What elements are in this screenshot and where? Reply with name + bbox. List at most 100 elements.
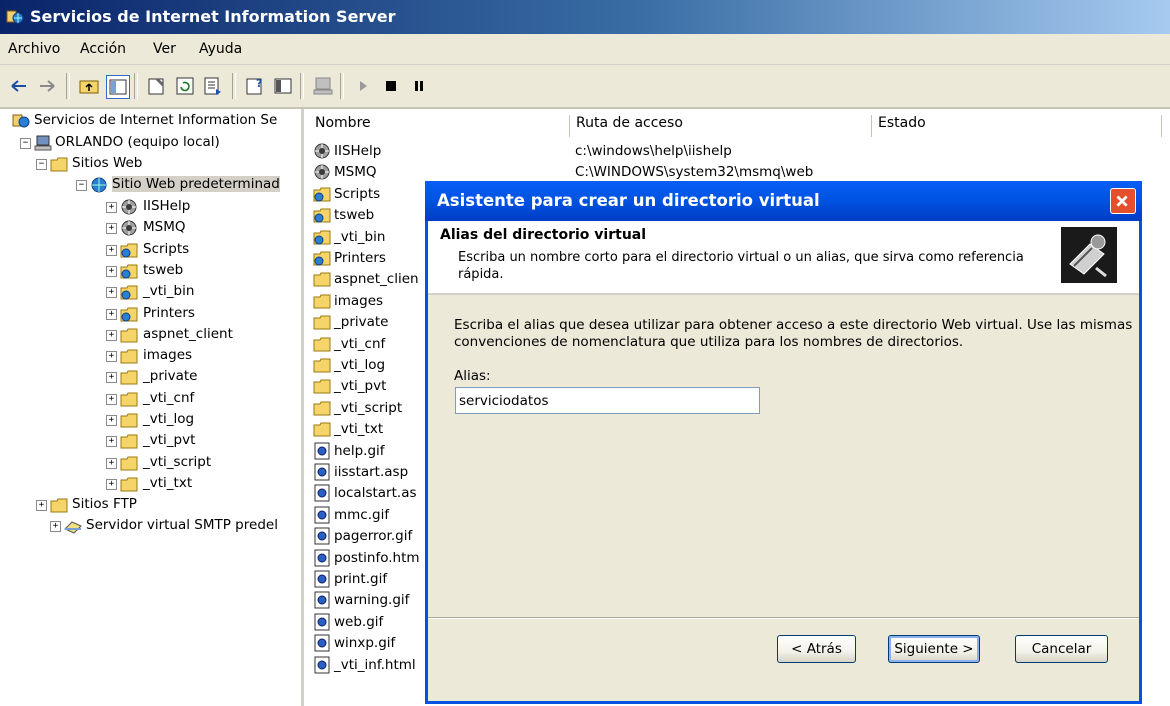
virtual-folder-icon [120, 307, 138, 321]
list-item-name: mmc.gif [334, 506, 390, 523]
list-item-name: _vti_txt [334, 421, 384, 438]
folder-icon [313, 337, 331, 352]
expand-icon[interactable]: + [106, 372, 117, 384]
expand-icon[interactable]: + [106, 478, 117, 490]
export-list-icon[interactable] [202, 75, 224, 97]
folder-icon [313, 315, 331, 330]
list-item-name: winxp.gif [334, 635, 396, 652]
tree-label: _vti_log [143, 411, 195, 427]
tree-label: images [143, 347, 193, 364]
file-icon [314, 591, 330, 609]
tree-label: ORLANDO (equipo local) [55, 134, 220, 150]
close-icon[interactable] [1110, 188, 1136, 214]
window-titlebar[interactable]: Servicios de Internet Information Server [0, 0, 1170, 34]
alias-label: Alias: [454, 368, 491, 384]
expand-icon[interactable]: + [106, 415, 117, 426]
forward-arrow-icon[interactable] [36, 75, 58, 97]
pause-icon[interactable] [408, 75, 430, 97]
column-header-name[interactable]: Nombre [309, 115, 570, 137]
alias-input[interactable] [455, 387, 760, 414]
toolbar-separator [300, 73, 304, 99]
toolbar-separator [232, 73, 236, 99]
cancel-button[interactable]: Cancelar [1015, 635, 1108, 663]
column-header-status[interactable]: Estado [872, 115, 1162, 137]
smtp-server-icon [64, 521, 82, 534]
show-tree-icon[interactable] [106, 75, 130, 99]
menu-accion[interactable]: Acción [80, 41, 126, 57]
refresh-icon[interactable] [174, 75, 196, 97]
expand-icon[interactable]: + [106, 265, 117, 277]
list-item-name: tsweb [334, 207, 375, 224]
file-icon [314, 634, 330, 652]
console-tree: Servicios de Internet Information Se − O… [0, 109, 304, 706]
iis-icon [12, 114, 30, 128]
dialog-titlebar[interactable]: Asistente para crear un directorio virtu… [425, 181, 1142, 221]
list-item-name: IISHelp [334, 143, 382, 159]
toolbar-separator [66, 73, 70, 99]
folder-icon [50, 157, 68, 172]
window-title: Servicios de Internet Information Server [30, 7, 396, 26]
tree-label: _vti_cnf [143, 389, 195, 406]
console-tree-icon[interactable] [272, 75, 294, 97]
folder-icon [313, 358, 331, 373]
expand-icon[interactable]: + [106, 244, 117, 256]
stop-icon[interactable] [380, 75, 402, 97]
expand-icon[interactable]: + [36, 500, 47, 511]
next-button[interactable]: Siguiente > [888, 635, 980, 663]
file-icon [314, 613, 330, 631]
virtual-folder-icon [120, 264, 138, 279]
column-header-path[interactable]: Ruta de acceso [570, 115, 872, 137]
properties-icon[interactable] [146, 75, 168, 97]
list-item-name: aspnet_clien [334, 271, 419, 288]
expand-icon[interactable]: + [106, 393, 117, 405]
computer-icon[interactable] [312, 75, 334, 97]
menu-ayuda[interactable]: Ayuda [199, 41, 242, 57]
expand-icon[interactable]: + [106, 351, 117, 363]
list-item-name: postinfo.htm [334, 549, 420, 566]
dialog-description: Escriba el alias que desea utilizar para… [454, 317, 1133, 350]
folder-icon [313, 294, 331, 309]
expand-icon[interactable]: + [106, 287, 117, 299]
tree-label: MSMQ [143, 219, 186, 236]
list-item[interactable]: IISHelp c:\windows\help\iishelp [313, 141, 1163, 162]
list-item-name: _vti_bin [334, 228, 386, 245]
expand-icon[interactable]: + [106, 223, 117, 235]
folder-icon [120, 413, 138, 428]
folder-icon [313, 401, 331, 416]
expand-icon[interactable]: + [106, 457, 117, 469]
file-icon [314, 527, 330, 545]
folder-icon [120, 477, 138, 492]
back-button[interactable]: < Atrás [777, 635, 856, 663]
collapse-icon[interactable]: − [36, 159, 47, 170]
up-folder-icon[interactable] [78, 75, 100, 97]
collapse-icon[interactable]: − [20, 138, 31, 149]
expand-icon[interactable]: + [106, 202, 117, 213]
tree-node-default-site[interactable]: − Sitio Web predeterminad [0, 175, 301, 195]
expand-icon[interactable]: + [106, 308, 117, 320]
folder-icon [120, 349, 138, 364]
list-item-name: print.gif [334, 571, 388, 587]
collapse-icon[interactable]: − [76, 180, 87, 191]
expand-icon[interactable]: + [106, 329, 117, 341]
virtual-folder-icon [120, 285, 138, 300]
folder-icon [120, 328, 138, 343]
menu-bar: Archivo Acción Ver Ayuda [0, 34, 1170, 65]
toolbar: ? [0, 65, 1170, 109]
file-icon [314, 506, 330, 524]
tree-label: _vti_pvt [143, 432, 196, 449]
dialog-title: Asistente para crear un directorio virtu… [437, 191, 820, 210]
back-arrow-icon[interactable] [8, 75, 30, 97]
tree-label: Servidor virtual SMTP predel [86, 517, 278, 533]
list-item-name: _vti_cnf [334, 335, 386, 352]
menu-ver[interactable]: Ver [153, 41, 176, 57]
file-icon [314, 442, 330, 460]
computer-icon [34, 135, 52, 151]
menu-archivo[interactable]: Archivo [8, 41, 60, 57]
play-icon[interactable] [352, 75, 374, 97]
tree-label: Printers [143, 304, 195, 321]
list-item-name: _vti_script [334, 399, 403, 416]
tree-label: IISHelp [143, 198, 191, 214]
expand-icon[interactable]: + [106, 436, 117, 448]
help-icon[interactable]: ? [244, 75, 266, 97]
expand-icon[interactable]: + [50, 521, 61, 532]
